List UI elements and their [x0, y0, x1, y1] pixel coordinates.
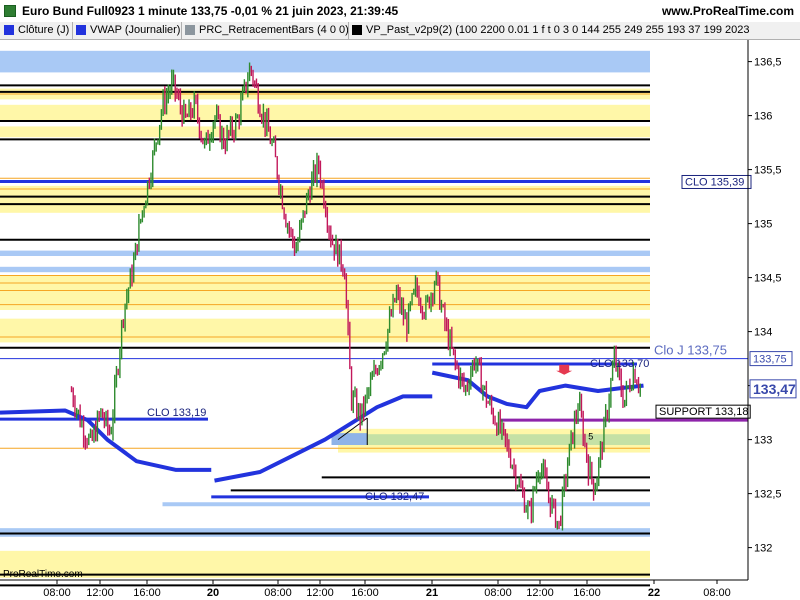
clo-label: CLO 133,19 [147, 407, 206, 419]
legend-item-vwap[interactable]: VWAP (Journalier) [76, 24, 180, 36]
price-tick-label: 135,5 [754, 165, 782, 177]
volume-zone-band [0, 185, 650, 202]
time-tick-label: 16:00 [351, 587, 379, 599]
down-arrow-icon [556, 364, 573, 375]
price-tick-label: 133 [754, 435, 772, 447]
legend-separator [72, 22, 73, 39]
legend-swatch-icon [4, 25, 14, 35]
time-tick-label: 12:00 [86, 587, 114, 599]
time-tick-label: 08:00 [264, 587, 292, 599]
legend-label: Clôture (J) [18, 24, 70, 36]
volume-zone-band [0, 50, 650, 73]
last-price-badge-text: 133,47 [753, 381, 796, 397]
price-chart[interactable]: 5 CLO 133,19 CLO 133,70 CLO 132,47 CLO 135,3… [0, 40, 800, 600]
legend-item-retracement[interactable]: PRC_RetracementBars (4 0 0) [185, 24, 349, 36]
clo-label: CLO 132,47 [365, 491, 424, 503]
legend-label: VP_Past_v2p9(2) (100 2200 0.01 1 f t 0 3… [366, 24, 750, 36]
prorealtime-chart-window: Euro Bund Full0923 1 minute 133,75 -0,01… [0, 0, 800, 600]
clo-label: CLO 133,70 [590, 358, 649, 370]
legend-label: VWAP (Journalier) [90, 24, 181, 36]
volume-zone-band [0, 528, 650, 537]
legend-separator [181, 22, 182, 39]
clo-j-label: Clo J 133,75 [654, 343, 727, 358]
time-tick-label: 08:00 [484, 587, 512, 599]
instrument-icon[interactable] [4, 5, 16, 17]
volume-zone-band [0, 266, 650, 273]
price-tick-label: 136,5 [754, 57, 782, 69]
legend-swatch-icon [352, 25, 362, 35]
site-link[interactable]: www.ProRealTime.com [662, 4, 794, 18]
time-tick-label: 20 [207, 587, 219, 599]
time-tick-label: 16:00 [573, 587, 601, 599]
time-tick-label: 22 [648, 587, 660, 599]
price-tick-label: 135 [754, 219, 772, 231]
time-tick-label: 08:00 [43, 587, 71, 599]
title-bar: Euro Bund Full0923 1 minute 133,75 -0,01… [0, 0, 800, 22]
legend-item-cloture[interactable]: Clôture (J) [4, 24, 69, 36]
current-level-badge-text: 133,75 [753, 354, 787, 366]
time-tick-label: 12:00 [526, 587, 554, 599]
retracement-zone [331, 433, 368, 445]
legend-swatch-icon [185, 25, 195, 35]
price-tick-label: 134 [754, 327, 772, 339]
volume-zone-band [0, 318, 650, 343]
count-marker: 5 [588, 432, 593, 442]
time-tick-label: 21 [426, 587, 438, 599]
price-tick-label: 132 [754, 543, 772, 555]
time-tick-label: 08:00 [703, 587, 731, 599]
indicator-legend: Clôture (J) VWAP (Journalier) PRC_Retrac… [0, 22, 800, 40]
support-label: SUPPORT 133,18 [659, 406, 748, 418]
volume-zone-band [0, 104, 650, 121]
watermark: ProRealTime.com [3, 569, 83, 580]
volume-zone-band [0, 250, 650, 256]
legend-item-vp-past[interactable]: VP_Past_v2p9(2) (100 2200 0.01 1 f t 0 3… [352, 24, 749, 36]
legend-label: PRC_RetracementBars (4 0 0) [199, 24, 349, 36]
chart-title: Euro Bund Full0923 1 minute 133,75 -0,01… [22, 4, 399, 18]
volume-zone-band [0, 126, 650, 138]
legend-separator [348, 22, 349, 39]
price-tick-label: 136 [754, 111, 772, 123]
clo-label: CLO 135,39 [685, 176, 744, 188]
time-tick-label: 16:00 [133, 587, 161, 599]
legend-swatch-icon [76, 25, 86, 35]
price-tick-label: 132,5 [754, 489, 782, 501]
time-tick-label: 12:00 [306, 587, 334, 599]
price-tick-label: 134,5 [754, 273, 782, 285]
